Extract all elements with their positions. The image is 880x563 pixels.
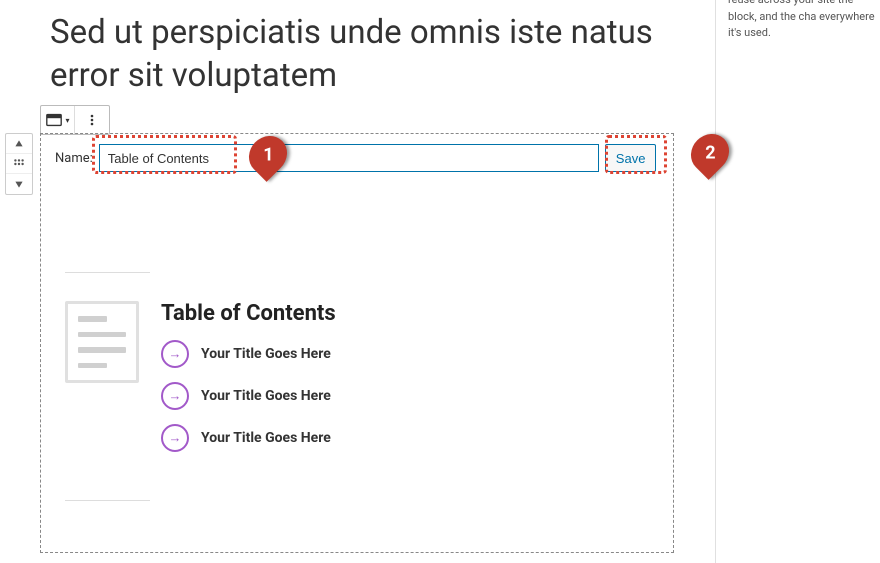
block-name-input[interactable] [99,144,599,172]
save-button[interactable]: Save [605,144,657,172]
sidebar-panel: reuse across your site the block, and th… [715,0,880,563]
divider-bottom [65,500,150,501]
toc-item-title[interactable]: Your Title Goes Here [201,430,331,446]
list-item[interactable]: → Your Title Goes Here [161,424,336,452]
sidebar-help-text: reuse across your site the block, and th… [728,0,880,42]
document-icon [65,301,139,383]
divider-top [65,272,150,273]
block-content-area: Table of Contents → Your Title Goes Here… [55,272,659,501]
block-toolbar: ▾ [40,105,110,135]
toc-item-title[interactable]: Your Title Goes Here [201,346,331,362]
vertical-toolbar [5,133,33,195]
block-type-button[interactable]: ▾ [41,106,75,134]
arrow-right-icon: → [161,340,189,368]
list-item[interactable]: → Your Title Goes Here [161,382,336,410]
caret-down-icon: ▾ [65,116,69,125]
arrow-right-icon: → [161,424,189,452]
move-down-button[interactable] [6,174,32,194]
drag-handle-icon[interactable] [6,154,32,174]
toc-content: Table of Contents → Your Title Goes Here… [161,301,336,466]
list-item[interactable]: → Your Title Goes Here [161,340,336,368]
name-row: Name: Save [55,144,659,172]
move-up-button[interactable] [6,134,32,154]
reusable-block-container: Name: Save Table of Contents → Your Titl… [40,133,674,553]
name-label: Name: [55,151,93,166]
toc-item-title[interactable]: Your Title Goes Here [201,388,331,404]
more-options-button[interactable] [75,106,109,134]
toc-heading[interactable]: Table of Contents [161,301,336,326]
page-title[interactable]: Sed ut perspiciatis unde omnis iste natu… [50,12,670,98]
toc-wrap: Table of Contents → Your Title Goes Here… [65,301,659,466]
arrow-right-icon: → [161,382,189,410]
